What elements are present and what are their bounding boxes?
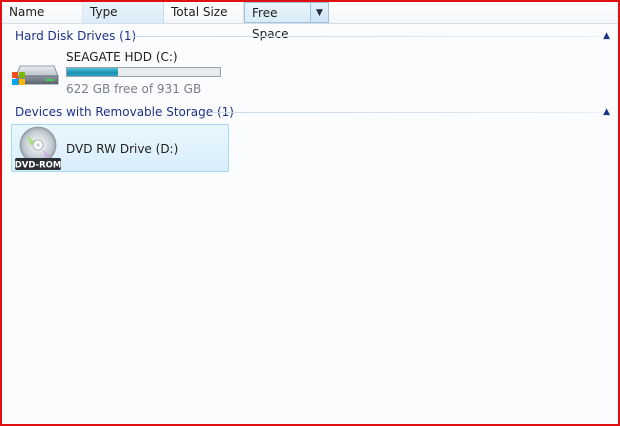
drive-item-c[interactable]: SEAGATE HDD (C:) 622 GB free of 931 GB xyxy=(10,48,230,96)
column-header-bar: Name Type ^ Total Size Free Space ▼ xyxy=(2,0,618,41)
group-divider xyxy=(128,36,598,37)
group-title: Hard Disk Drives (1) xyxy=(15,29,137,43)
drive-free-space: 622 GB free of 931 GB xyxy=(66,82,202,96)
usage-bar-fill xyxy=(67,68,118,76)
dvd-drive-icon: DVD-ROM xyxy=(15,126,62,171)
sort-caret-icon: ^ xyxy=(120,0,129,7)
drive-item-d[interactable]: DVD-ROM DVD RW Drive (D:) xyxy=(11,124,229,172)
column-header-name[interactable]: Name xyxy=(2,2,83,23)
drive-name: DVD RW Drive (D:) xyxy=(66,142,179,156)
collapse-arrow-icon[interactable]: ▲ xyxy=(603,104,610,120)
hard-drive-icon xyxy=(12,65,59,85)
column-header-free-space[interactable]: Free Space xyxy=(244,2,311,41)
drive-name: SEAGATE HDD (C:) xyxy=(66,50,178,64)
chevron-down-icon: ▼ xyxy=(316,8,323,18)
group-header-hard-disk-drives[interactable]: Hard Disk Drives (1) ▲ xyxy=(2,28,618,44)
usage-bar xyxy=(66,67,221,77)
group-divider xyxy=(210,112,598,113)
column-header-total-size[interactable]: Total Size xyxy=(164,2,244,23)
dvd-icon-label: DVD-ROM xyxy=(15,161,62,171)
column-dropdown-button[interactable]: ▼ xyxy=(311,2,329,23)
explorer-window: Name Type ^ Total Size Free Space ▼ Hard… xyxy=(0,0,620,426)
group-header-removable-storage[interactable]: Devices with Removable Storage (1) ▲ xyxy=(2,104,618,120)
collapse-arrow-icon[interactable]: ▲ xyxy=(603,28,610,44)
group-title: Devices with Removable Storage (1) xyxy=(15,105,234,119)
